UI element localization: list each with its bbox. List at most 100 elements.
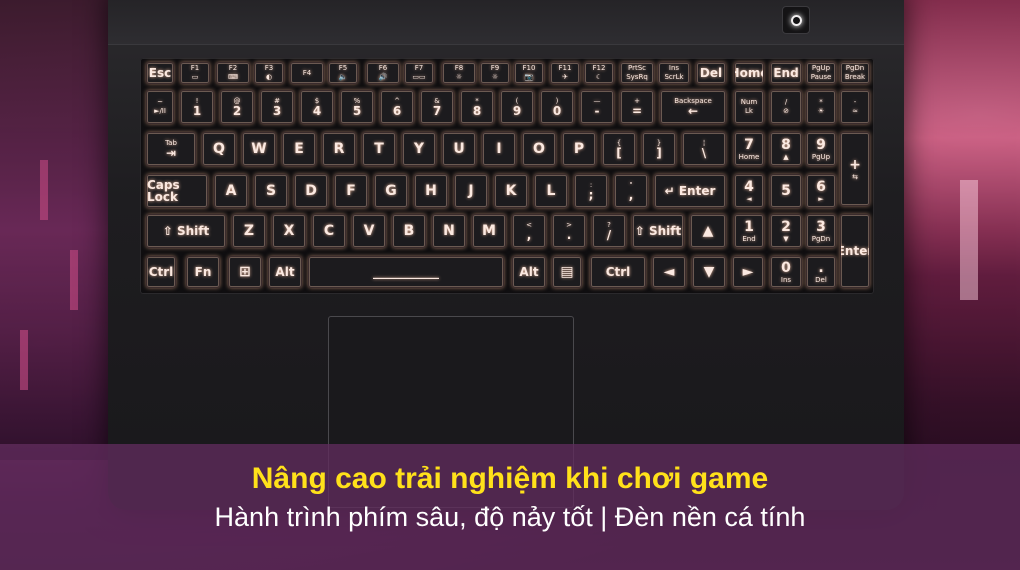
key: F4 <box>290 62 324 84</box>
key-label: ►/II <box>154 107 166 115</box>
key: Backspace ← <box>660 90 726 124</box>
key-label: P <box>573 141 585 157</box>
key: + = <box>620 90 654 124</box>
key-label: 2 <box>781 218 791 235</box>
key: #3 <box>260 90 294 124</box>
key: $4 <box>300 90 334 124</box>
key: F8 ☼ <box>442 62 476 84</box>
key-label: M <box>482 223 496 239</box>
key: U <box>442 132 476 166</box>
key-label: F5 <box>338 64 348 72</box>
key: End <box>770 62 802 84</box>
key-label: ___________ <box>373 265 439 279</box>
key-label: ⇧ Shift <box>634 224 682 238</box>
key-label: F11 <box>558 64 572 72</box>
key-label: ▭ <box>191 73 199 81</box>
key-label: E <box>294 141 304 157</box>
key-label: Fn <box>194 265 212 279</box>
key-label: 1 <box>744 218 754 235</box>
key: Del <box>696 62 726 84</box>
backlit-keyboard: Esc F1 ▭ F2 ⌨ F3 ◐ F4 F5 🔈 F6 🔊 F7 ▭▭ F8 ☼ F9 ☼ F10 📷 F11 ✈ F1… <box>140 58 874 294</box>
key-label: ⌨ <box>227 73 239 81</box>
key: / ⊘ <box>770 90 802 124</box>
key-label: ⇥ <box>165 145 177 160</box>
key: F6 🔊 <box>366 62 400 84</box>
key-label: [ <box>616 145 622 160</box>
key: F3 ◐ <box>254 62 284 84</box>
key-label: ☀ <box>817 107 825 115</box>
key-label: ▭▭ <box>412 73 426 81</box>
key-label: ☼ <box>491 73 499 81</box>
key: H <box>414 174 448 208</box>
key-label: Pause <box>810 73 832 81</box>
key-label: ← <box>687 103 699 118</box>
key: ^ 6 <box>380 90 414 124</box>
key: E <box>282 132 316 166</box>
key: ► <box>732 256 764 288</box>
key: 0 Ins <box>770 256 802 288</box>
key-label: X <box>283 223 295 239</box>
key-label: 4 <box>312 103 322 118</box>
key-label: = <box>631 103 643 118</box>
key: >. <box>552 214 586 248</box>
key-label: T <box>374 141 384 157</box>
key: * ☀ <box>806 90 836 124</box>
key-label: 3 <box>272 103 282 118</box>
key-label: ▼ <box>783 234 789 243</box>
key-label: Ins <box>668 64 680 72</box>
key: ▤ <box>552 256 582 288</box>
key: ◄ <box>652 256 686 288</box>
key-label: O <box>533 141 545 157</box>
key-label: ⇧ Shift <box>162 224 210 238</box>
key-label: \ <box>701 145 707 160</box>
key-label: 1 <box>192 103 202 118</box>
key-label: ▲ <box>783 152 789 161</box>
key-label: ] <box>656 145 662 160</box>
key: Alt <box>268 256 302 288</box>
key: N <box>432 214 466 248</box>
key-label: ▼ <box>703 264 715 280</box>
key-label: J <box>468 183 474 199</box>
key: T <box>362 132 396 166</box>
key: (9 <box>500 90 534 124</box>
key: L <box>534 174 568 208</box>
key: F <box>334 174 368 208</box>
key-label: N <box>443 223 455 239</box>
key: ¦ \ <box>682 132 726 166</box>
key-label: 🔈 <box>338 73 348 81</box>
key-label: 5 <box>352 103 362 118</box>
key: F5 🔈 <box>328 62 358 84</box>
key-label: Esc <box>148 66 172 80</box>
key: — - <box>580 90 614 124</box>
key-label: F8 <box>454 64 464 72</box>
key-label: 2 <box>232 103 242 118</box>
key-label: A <box>225 183 237 199</box>
key: 9 PgUp <box>806 132 836 166</box>
key: F12 ☾ <box>584 62 614 84</box>
power-icon <box>790 14 802 26</box>
caption-subtitle: Hành trình phím sâu, độ nảy tốt | Đèn nề… <box>214 502 806 532</box>
key-label: End <box>773 66 799 80</box>
key: Z <box>232 214 266 248</box>
key-label: L <box>546 183 556 199</box>
key-label: H <box>425 183 437 199</box>
key: S <box>254 174 288 208</box>
key: Y <box>402 132 436 166</box>
key: A <box>214 174 248 208</box>
key: }] <box>642 132 676 166</box>
key-label: ~ <box>157 98 163 106</box>
key-label: End <box>742 234 756 243</box>
key-label: G <box>385 183 397 199</box>
key: ⊞ <box>228 256 262 288</box>
key: F7 ▭▭ <box>404 62 434 84</box>
key: V <box>352 214 386 248</box>
key: Ctrl <box>590 256 646 288</box>
key: 2 ▼ <box>770 214 802 248</box>
key: F11 ✈ <box>550 62 580 84</box>
key-label: - <box>594 103 600 118</box>
key-label: ☾ <box>595 73 603 81</box>
key-label: / <box>784 98 788 106</box>
key: Num Lk <box>734 90 764 124</box>
key: ▼ <box>692 256 726 288</box>
key: ) 0 <box>540 90 574 124</box>
